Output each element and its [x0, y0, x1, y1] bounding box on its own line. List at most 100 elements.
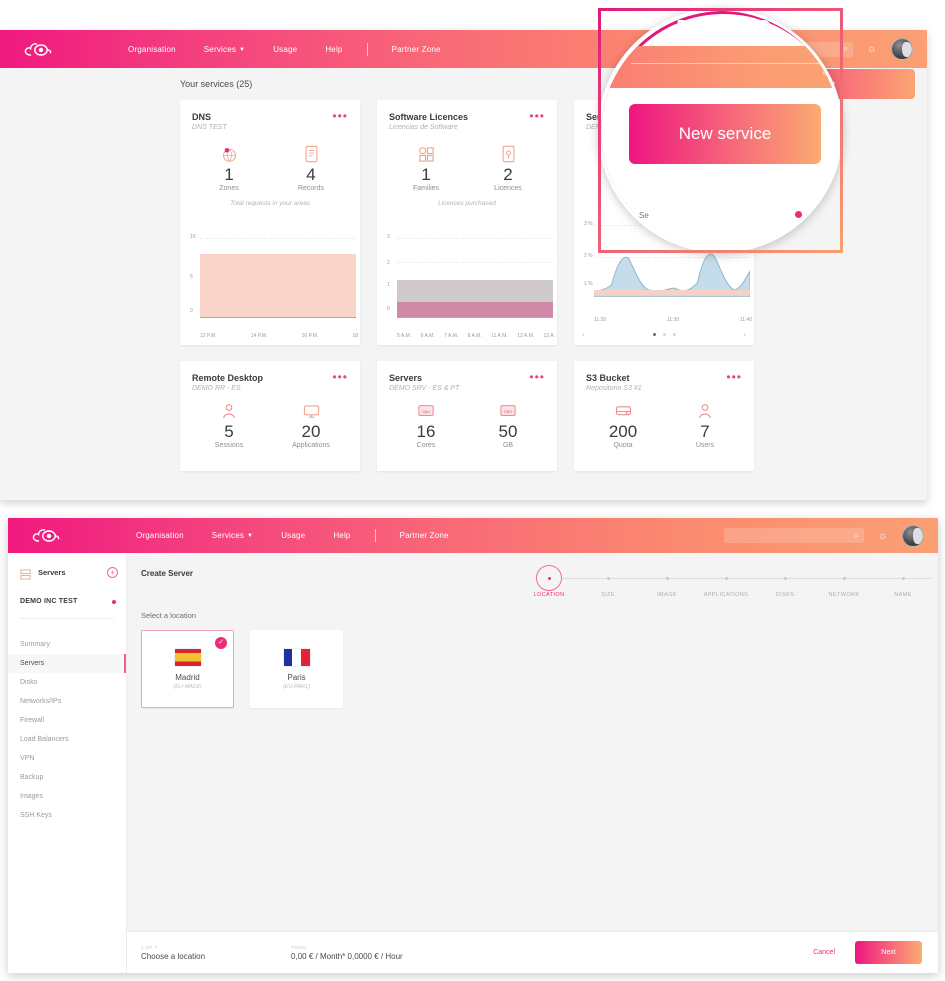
magnified-card: [601, 186, 840, 250]
service-card-s3-bucket[interactable]: S3 Bucket Repositorio S3 #1 ••• 200 Quot…: [574, 361, 754, 471]
sidebar-item-ssh-keys[interactable]: SSH Keys: [8, 806, 126, 825]
sidebar-item-load-balancers[interactable]: Load Balancers: [8, 730, 126, 749]
chevron-right-icon[interactable]: ›: [743, 329, 746, 339]
card-title: Servers: [389, 373, 423, 383]
database-icon: [600, 400, 646, 422]
more-options-icon[interactable]: •••: [332, 371, 348, 383]
cloud-logo-icon[interactable]: [20, 39, 56, 59]
more-options-icon[interactable]: •••: [726, 371, 742, 383]
sidebar-item-servers[interactable]: Servers: [8, 654, 126, 673]
stat-applications: 20 Applications: [288, 400, 334, 449]
sidebar-item-backup[interactable]: Backup: [8, 768, 126, 787]
pagination-dot[interactable]: [652, 332, 656, 336]
step-label: APPLICATIONS: [703, 592, 749, 598]
sidebar-organisation[interactable]: DEMO INC TEST: [8, 578, 126, 605]
sidebar-item-images[interactable]: Images: [8, 787, 126, 806]
nav-item-help[interactable]: Help: [311, 45, 356, 54]
flag-france-icon: [283, 648, 310, 666]
search-input[interactable]: ⌕: [723, 528, 864, 543]
nav-item-help[interactable]: Help: [319, 531, 364, 540]
nav-item-usage[interactable]: Usage: [267, 531, 319, 540]
more-options-icon[interactable]: •••: [332, 110, 348, 122]
pagination-dot[interactable]: [672, 332, 676, 336]
nav-item-organisation[interactable]: Organisation: [114, 45, 190, 54]
document-icon: [288, 143, 334, 165]
service-card-remote-desktop[interactable]: Remote Desktop DEMO RR - ES ••• 5 Sessio…: [180, 361, 360, 471]
status-dot: [112, 599, 116, 604]
avatar[interactable]: [891, 38, 913, 60]
nav-item-partner-zone[interactable]: Partner Zone: [378, 45, 455, 54]
chevron-down-icon: ▼: [239, 46, 246, 53]
step-label: NETWORK: [828, 592, 860, 598]
pagination-dots: [652, 332, 676, 336]
services-row: Remote Desktop DEMO RR - ES ••• 5 Sessio…: [180, 361, 927, 471]
footer-step-info: 1 of 7 Choose a location: [141, 945, 205, 961]
cloud-logo-icon[interactable]: [28, 526, 64, 546]
sidebar: Servers + DEMO INC TEST Summary Servers …: [8, 553, 127, 973]
location-options: ✓ Madrid (EU-MAD2) Paris (EU-PAR1): [141, 630, 938, 708]
stat-label: Records: [297, 185, 325, 192]
step-location[interactable]: LOCATION: [520, 565, 578, 598]
sidebar-item-firewall[interactable]: Firewall: [8, 711, 126, 730]
service-card-dns[interactable]: DNS DNS TEST ••• 1 Zones 4 Records Total…: [180, 100, 360, 345]
stat-families: 1 Families: [403, 143, 449, 192]
check-icon: ✓: [215, 637, 227, 649]
avatar[interactable]: [902, 524, 924, 547]
location-code: (EU-PAR1): [282, 683, 311, 690]
sidebar-item-vpn[interactable]: VPN: [8, 749, 126, 768]
section-label: Select a location: [141, 611, 197, 620]
card-note: Licences purchased: [438, 200, 496, 207]
step-image[interactable]: IMAGE: [638, 565, 696, 598]
stat-value: 5: [224, 422, 234, 441]
sidebar-item-summary[interactable]: Summary: [8, 635, 126, 654]
card-subtitle: DEMO RR - ES: [192, 385, 241, 392]
step-name[interactable]: NAME: [874, 565, 932, 598]
more-options-icon[interactable]: •••: [529, 110, 545, 122]
step-disks[interactable]: DISKS: [756, 565, 814, 598]
pagination-dot[interactable]: [662, 332, 666, 336]
nav-item-services[interactable]: Services ▼: [198, 531, 267, 540]
sidebar-title: Servers: [38, 568, 66, 577]
card-header: S3 Bucket Repositorio S3 #1 •••: [586, 371, 742, 392]
service-card-software-licences[interactable]: Software Licences Licencias de Software …: [377, 100, 557, 345]
cpu-icon: cpu: [403, 400, 449, 422]
sidebar-item-disks[interactable]: Disks: [8, 673, 126, 692]
cancel-button[interactable]: Cancel: [813, 949, 835, 956]
step-dot: [842, 577, 846, 580]
organisation-name: DEMO INC TEST: [20, 598, 78, 605]
magnifier-inner: DEMO INC ☼ New service Se DE: [601, 11, 840, 250]
nav-item-organisation[interactable]: Organisation: [122, 531, 198, 540]
nav-item-partner-zone[interactable]: Partner Zone: [386, 531, 463, 540]
step-network[interactable]: NETWORK: [815, 565, 873, 598]
step-dot: [547, 577, 551, 580]
nav-item-services[interactable]: Services ▼: [190, 45, 259, 54]
page-title: Your services (25): [180, 79, 253, 89]
nav-links: Organisation Services ▼ Usage Help Partne…: [114, 42, 455, 56]
stat-label: Zones: [219, 185, 239, 192]
sidebar-header: Servers +: [8, 563, 126, 580]
stat-value: 16: [416, 422, 436, 441]
magnified-new-service-button[interactable]: New service: [629, 104, 821, 164]
nav-item-usage[interactable]: Usage: [259, 45, 311, 54]
next-button[interactable]: Next: [855, 941, 922, 964]
location-card-paris[interactable]: Paris (EU-PAR1): [250, 630, 343, 708]
service-card-servers[interactable]: Servers DEMO SRV - ES & PT ••• cpu 16 Co…: [377, 361, 557, 471]
more-options-icon[interactable]: •••: [529, 371, 545, 383]
bell-icon[interactable]: ☼: [867, 43, 877, 55]
step-size[interactable]: SIZE: [579, 565, 637, 598]
nav-divider: [366, 42, 368, 56]
location-card-madrid[interactable]: ✓ Madrid (EU-MAD2): [141, 630, 234, 708]
dns-chart: 10 5 0 12 P.M. 14 P.M. 16 P.M. 18: [188, 234, 358, 341]
add-icon[interactable]: +: [107, 567, 118, 578]
panel-body: Servers + DEMO INC TEST Summary Servers …: [8, 553, 938, 973]
chevron-left-icon[interactable]: ‹: [582, 329, 585, 339]
stat-users: 7 Users: [682, 400, 728, 449]
stat-value: 1: [421, 165, 431, 184]
sidebar-item-networks-ips[interactable]: Networks/IPs: [8, 692, 126, 711]
stat-value: 4: [306, 165, 316, 184]
organisation-title: DEMO INC: [676, 17, 771, 37]
magnified-header-band: [601, 46, 840, 88]
stat-label: Cores: [416, 442, 436, 449]
step-applications[interactable]: APPLICATIONS: [697, 565, 755, 598]
bell-icon[interactable]: ☼: [878, 530, 888, 542]
